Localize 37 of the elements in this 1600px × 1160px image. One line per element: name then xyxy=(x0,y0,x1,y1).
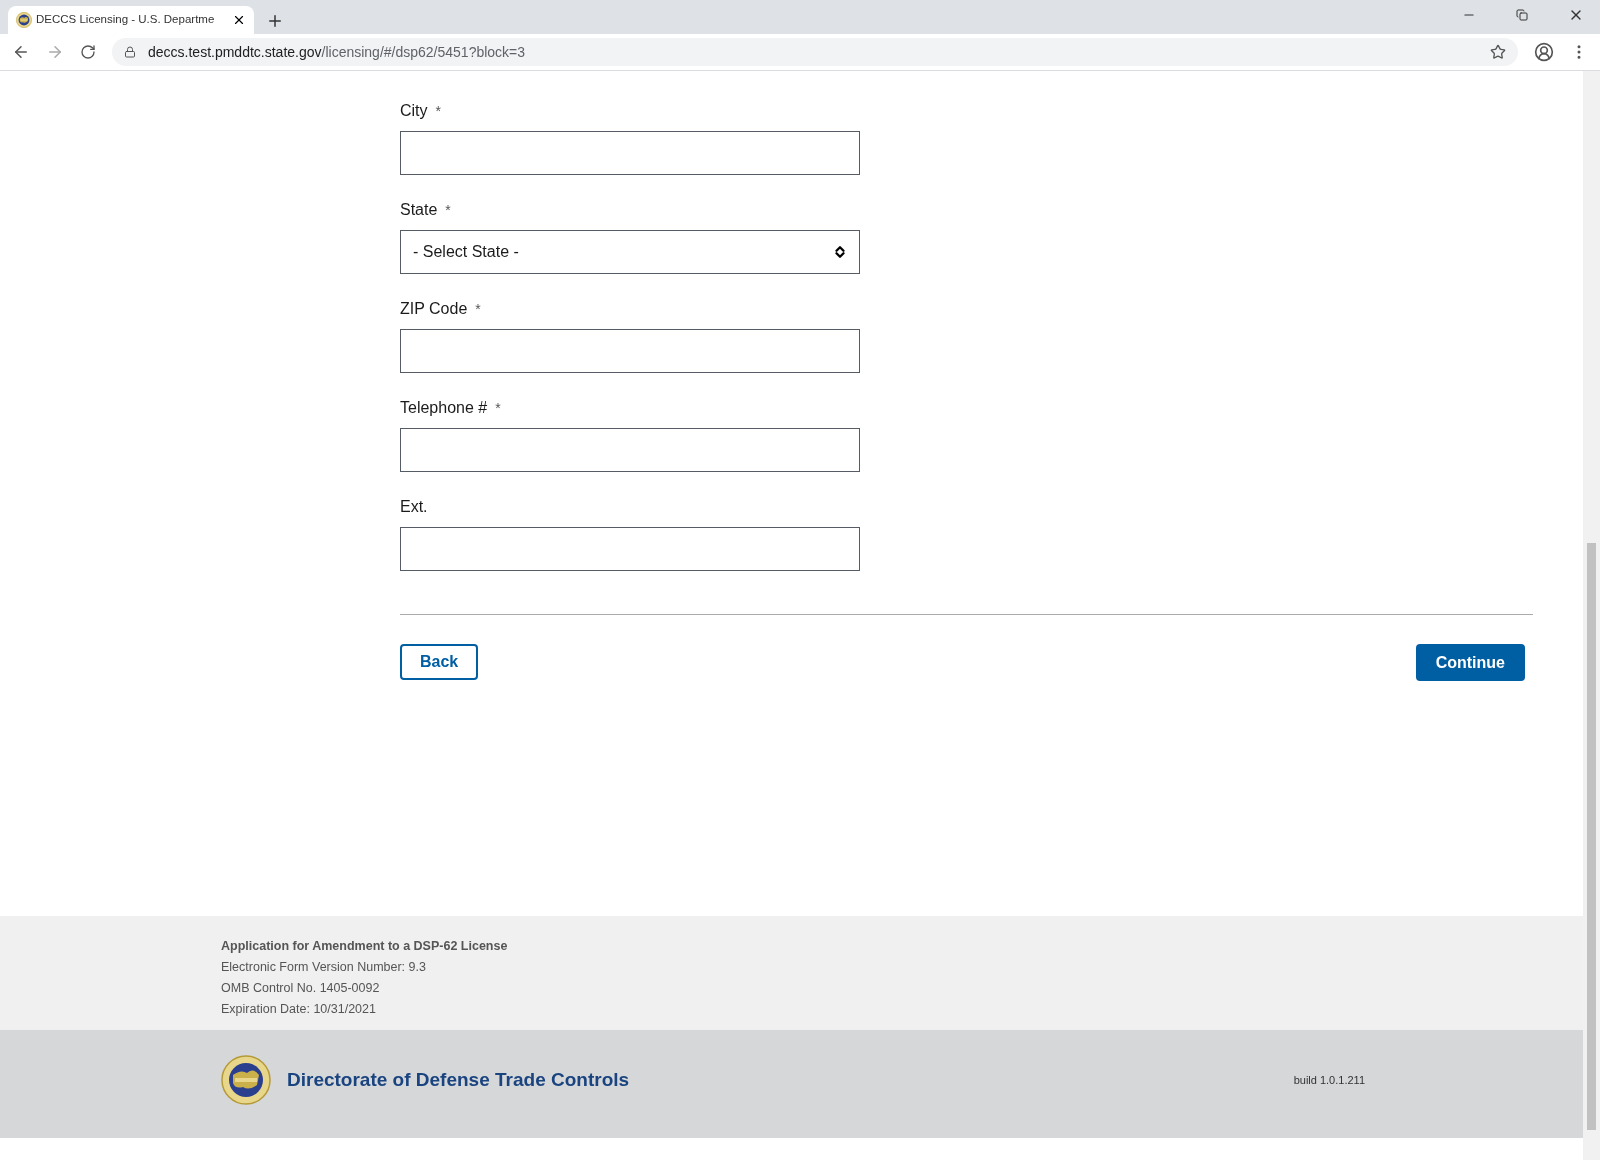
back-button[interactable]: Back xyxy=(400,644,479,680)
browser-tab[interactable]: DECCS Licensing - U.S. Departme xyxy=(8,6,254,34)
close-tab-icon[interactable] xyxy=(232,13,246,27)
new-tab-icon[interactable] xyxy=(266,12,284,30)
seal-logo xyxy=(221,1055,271,1105)
field-label: ZIP Code xyxy=(400,299,468,319)
reload-icon[interactable] xyxy=(80,44,96,60)
text-field[interactable] xyxy=(400,428,860,472)
required-mark: * xyxy=(445,200,451,220)
back-icon[interactable] xyxy=(12,43,30,61)
field-label: Ext. xyxy=(400,497,428,517)
restore-icon[interactable] xyxy=(1516,9,1528,21)
continue-button[interactable]: Continue xyxy=(1415,644,1525,681)
text-field[interactable] xyxy=(400,527,860,571)
required-mark: * xyxy=(495,398,501,418)
tab-title: DECCS Licensing - U.S. Departme xyxy=(36,12,216,28)
build-number: build 1.0.1.211 xyxy=(1293,1072,1365,1088)
scrollbar[interactable] xyxy=(1583,71,1600,1160)
required-mark: * xyxy=(435,101,441,121)
state-select[interactable]: - Select State - xyxy=(400,230,860,274)
form-title: Application for Amendment to a DSP-62 License xyxy=(221,938,509,955)
field-label: City xyxy=(400,101,428,121)
required-mark: * xyxy=(475,299,481,319)
form-info-line: Electronic Form Version Number: 9.3 xyxy=(221,959,427,976)
address-bar[interactable]: deccs.test.pmddtc.state.gov/licensing/#/dsp62/5451?block=3 xyxy=(112,38,1518,66)
form-info-line: OMB Control No. 1405-0092 xyxy=(221,980,381,997)
text-field[interactable] xyxy=(400,329,860,373)
field-label: State xyxy=(400,200,438,220)
profile-icon[interactable] xyxy=(1534,42,1554,62)
seal-logo xyxy=(16,12,32,28)
lock-icon xyxy=(124,46,136,58)
url-host: deccs.test.pmddtc.state.gov/licensing/#/dsp62/5451?block=3 xyxy=(148,42,526,62)
agency-name: Directorate of Defense Trade Controls xyxy=(287,1067,630,1092)
bookmark-star-icon[interactable] xyxy=(1490,44,1506,60)
form-info-line: Expiration Date: 10/31/2021 xyxy=(221,1001,377,1018)
text-field[interactable] xyxy=(400,131,860,175)
field-label: Telephone # xyxy=(400,398,488,418)
